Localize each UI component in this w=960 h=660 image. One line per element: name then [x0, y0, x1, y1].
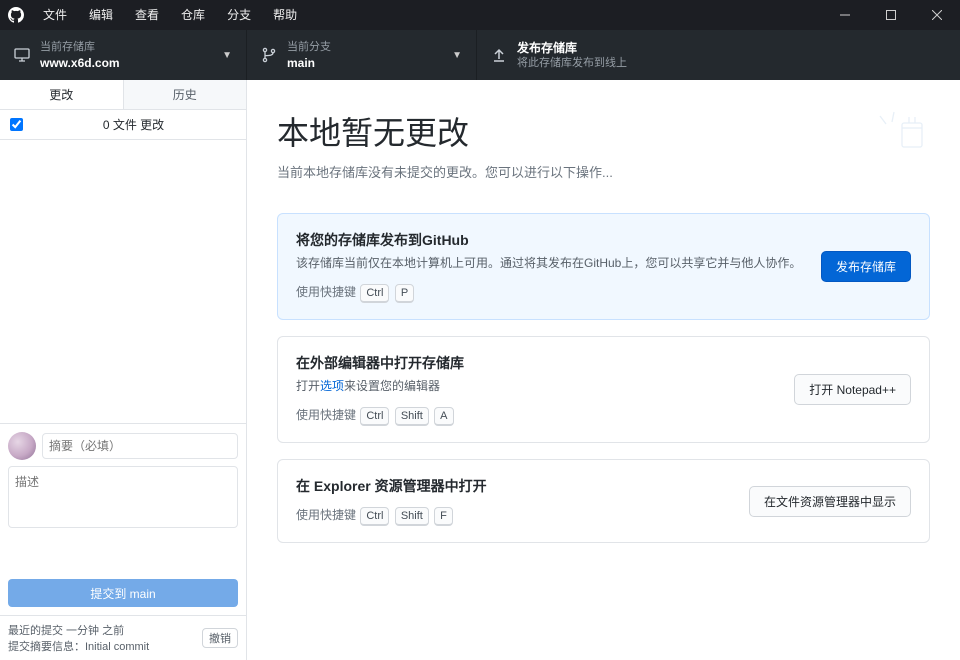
publish-card-title: 将您的存储库发布到GitHub: [296, 230, 821, 250]
menu-repository[interactable]: 仓库: [170, 0, 216, 30]
publish-desc: 将此存储库发布到线上: [517, 56, 627, 71]
kbd-key: Ctrl: [360, 284, 389, 303]
github-logo-icon: [0, 7, 32, 23]
commit-form: 提交到 main: [0, 423, 246, 615]
upload-icon: [491, 47, 507, 63]
current-branch-name: main: [287, 55, 331, 71]
commit-description-input[interactable]: [8, 466, 238, 528]
main-subtext: 当前本地存储库没有未提交的更改。您可以进行以下操作...: [277, 162, 930, 181]
menu-edit[interactable]: 编辑: [78, 0, 124, 30]
empty-state-illustration: [860, 98, 940, 158]
kbd-key: Ctrl: [360, 407, 389, 426]
undo-button[interactable]: 撤销: [202, 628, 238, 648]
avatar: [8, 432, 36, 460]
menu-view[interactable]: 查看: [124, 0, 170, 30]
git-branch-icon: [261, 47, 277, 63]
current-repository-selector[interactable]: 当前存储库 www.x6d.com ▼: [0, 30, 247, 80]
main-panel: 本地暂无更改 当前本地存储库没有未提交的更改。您可以进行以下操作... 将您的存…: [247, 80, 960, 660]
main-menu: 文件 编辑 查看 仓库 分支 帮助: [32, 0, 308, 30]
changes-header: 0 文件 更改: [0, 110, 246, 140]
publish-card-desc: 该存储库当前仅在本地计算机上可用。通过将其发布在GitHub上，您可以共享它并与…: [296, 254, 821, 273]
open-editor-card-desc: 打开选项来设置您的编辑器: [296, 377, 794, 396]
publish-title: 发布存储库: [517, 40, 627, 56]
main-heading: 本地暂无更改: [277, 108, 930, 154]
toolbar: 当前存储库 www.x6d.com ▼ 当前分支 main ▼ 发布存储库 将此…: [0, 30, 960, 80]
last-commit-footer: 最近的提交 一分钟 之前 提交摘要信息：Initial commit 撤销: [0, 615, 246, 660]
current-repo-name: www.x6d.com: [40, 55, 120, 71]
monitor-icon: [14, 47, 30, 63]
window-minimize-button[interactable]: [822, 0, 868, 30]
open-editor-button[interactable]: 打开 Notepad++: [794, 374, 911, 405]
select-all-checkbox[interactable]: [10, 118, 23, 131]
changes-count-label: 0 文件 更改: [31, 116, 236, 133]
kbd-key: P: [395, 284, 414, 303]
options-link[interactable]: 选项: [320, 379, 344, 393]
commit-summary-input[interactable]: [42, 433, 238, 459]
kbd-key: Shift: [395, 407, 429, 426]
current-branch-label: 当前分支: [287, 40, 331, 55]
open-editor-card: 在外部编辑器中打开存储库 打开选项来设置您的编辑器 使用快捷键 Ctrl Shi…: [277, 336, 930, 443]
tab-history[interactable]: 历史: [123, 80, 247, 109]
open-editor-card-title: 在外部编辑器中打开存储库: [296, 353, 794, 373]
window-close-button[interactable]: [914, 0, 960, 30]
menu-help[interactable]: 帮助: [262, 0, 308, 30]
show-in-explorer-button[interactable]: 在文件资源管理器中显示: [749, 486, 911, 517]
kbd-key: A: [434, 407, 453, 426]
sidebar: 更改 历史 0 文件 更改 提交到 main 最近的提交 一分钟 之前 提交摘要…: [0, 80, 247, 660]
commit-button[interactable]: 提交到 main: [8, 579, 238, 607]
publish-repository-toolbar-button[interactable]: 发布存储库 将此存储库发布到线上: [477, 30, 960, 80]
kbd-key: Shift: [395, 507, 429, 526]
publish-card-hint: 使用快捷键 Ctrl P: [296, 283, 821, 303]
open-explorer-card: 在 Explorer 资源管理器中打开 使用快捷键 Ctrl Shift F 在…: [277, 459, 930, 543]
tab-changes[interactable]: 更改: [0, 80, 123, 109]
open-editor-card-hint: 使用快捷键 Ctrl Shift A: [296, 406, 794, 426]
menu-branch[interactable]: 分支: [216, 0, 262, 30]
publish-repository-button[interactable]: 发布存储库: [821, 251, 911, 282]
chevron-down-icon: ▼: [452, 50, 462, 61]
publish-card: 将您的存储库发布到GitHub 该存储库当前仅在本地计算机上可用。通过将其发布在…: [277, 213, 930, 320]
last-commit-time: 最近的提交 一分钟 之前: [8, 622, 149, 638]
chevron-down-icon: ▼: [222, 50, 232, 61]
kbd-key: F: [434, 507, 453, 526]
menu-file[interactable]: 文件: [32, 0, 78, 30]
window-maximize-button[interactable]: [868, 0, 914, 30]
current-branch-selector[interactable]: 当前分支 main ▼: [247, 30, 477, 80]
last-commit-message: 提交摘要信息：Initial commit: [8, 638, 149, 654]
open-explorer-card-hint: 使用快捷键 Ctrl Shift F: [296, 506, 749, 526]
current-repo-label: 当前存储库: [40, 40, 120, 55]
open-explorer-card-title: 在 Explorer 资源管理器中打开: [296, 476, 749, 496]
titlebar: 文件 编辑 查看 仓库 分支 帮助: [0, 0, 960, 30]
kbd-key: Ctrl: [360, 507, 389, 526]
